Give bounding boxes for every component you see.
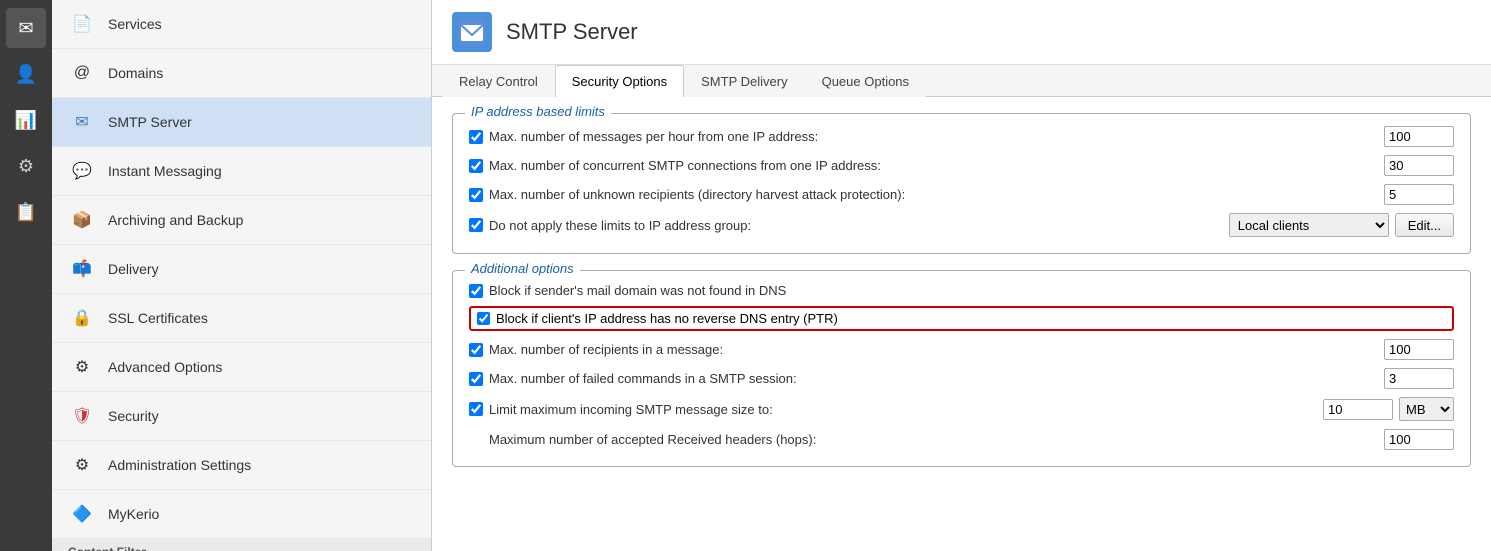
content-filter-section-label: Content Filter (52, 539, 431, 551)
tab-relay-control[interactable]: Relay Control (442, 65, 555, 97)
delivery-icon: 📫 (68, 255, 96, 283)
add-option-label-5[interactable]: Limit maximum incoming SMTP message size… (469, 402, 1315, 417)
sidebar-item-ssl[interactable]: 🔒 SSL Certificates (52, 294, 431, 343)
ip-limit-label-2[interactable]: Max. number of concurrent SMTP connectio… (469, 158, 1376, 173)
ip-limit-label-1[interactable]: Max. number of messages per hour from on… (469, 129, 1376, 144)
contacts-nav-icon[interactable]: 👤 (6, 54, 46, 94)
sidebar-item-security[interactable]: 🛡 Security (52, 392, 431, 441)
services-icon: 📄 (68, 10, 96, 38)
ip-limits-title: IP address based limits (465, 104, 611, 119)
add-option-input-3[interactable] (1384, 339, 1454, 360)
sidebar-label-security: Security (108, 408, 159, 424)
sidebar-label-smtp-server: SMTP Server (108, 114, 192, 130)
add-option-checkbox-1[interactable] (469, 284, 483, 298)
sidebar-item-archiving[interactable]: 📦 Archiving and Backup (52, 196, 431, 245)
add-option-input-5[interactable] (1323, 399, 1393, 420)
sidebar-item-mykerio[interactable]: 🔷 MyKerio (52, 490, 431, 539)
page-title: SMTP Server (506, 19, 638, 45)
ip-limit-row-3: Max. number of unknown recipients (direc… (469, 184, 1454, 205)
ip-limit-input-1[interactable] (1384, 126, 1454, 147)
ip-limit-row-4: Do not apply these limits to IP address … (469, 213, 1454, 237)
mail-nav-icon[interactable]: ✉ (6, 8, 46, 48)
icon-bar: ✉ 👤 📊 ⚙ 📋 (0, 0, 52, 551)
add-option-row-1: Block if sender's mail domain was not fo… (469, 283, 1454, 298)
ip-group-edit-button[interactable]: Edit... (1395, 213, 1454, 237)
add-option-checkbox-4[interactable] (469, 372, 483, 386)
instant-messaging-icon: 💬 (68, 157, 96, 185)
add-option-row-5: Limit maximum incoming SMTP message size… (469, 397, 1454, 421)
add-option-row-3: Max. number of recipients in a message: (469, 339, 1454, 360)
sidebar-label-delivery: Delivery (108, 261, 159, 277)
page-header: SMTP Server (432, 0, 1491, 65)
tab-security-options[interactable]: Security Options (555, 65, 684, 97)
sidebar-item-domains[interactable]: @ Domains (52, 49, 431, 98)
ip-limit-checkbox-2[interactable] (469, 159, 483, 173)
settings-nav-icon[interactable]: ⚙ (6, 146, 46, 186)
sidebar-label-instant-messaging: Instant Messaging (108, 163, 222, 179)
sidebar: 📄 Services @ Domains ✉ SMTP Server 💬 Ins… (52, 0, 432, 551)
ip-limit-input-3[interactable] (1384, 184, 1454, 205)
sidebar-label-services: Services (108, 16, 162, 32)
main-content: SMTP Server Relay Control Security Optio… (432, 0, 1491, 551)
stats-nav-icon[interactable]: 📊 (6, 100, 46, 140)
add-option-row-4: Max. number of failed commands in a SMTP… (469, 368, 1454, 389)
ip-limit-checkbox-4[interactable] (469, 218, 483, 232)
sidebar-label-advanced: Advanced Options (108, 359, 222, 375)
ip-limit-label-4[interactable]: Do not apply these limits to IP address … (469, 218, 1221, 233)
tab-queue-options[interactable]: Queue Options (805, 65, 926, 97)
add-option-checkbox-5[interactable] (469, 402, 483, 416)
additional-options-title: Additional options (465, 261, 580, 276)
ip-limits-section: IP address based limits Max. number of m… (452, 113, 1471, 254)
ssl-icon: 🔒 (68, 304, 96, 332)
ip-limit-label-3[interactable]: Max. number of unknown recipients (direc… (469, 187, 1376, 202)
sidebar-label-admin: Administration Settings (108, 457, 251, 473)
ip-group-dropdown[interactable]: Local clientsAll (1229, 213, 1389, 237)
add-option-input-6[interactable] (1384, 429, 1454, 450)
ip-limit-checkbox-1[interactable] (469, 130, 483, 144)
domains-icon: @ (68, 59, 96, 87)
add-option-label-3[interactable]: Max. number of recipients in a message: (469, 342, 1376, 357)
add-option-label-6: Maximum number of accepted Received head… (469, 432, 1376, 447)
ip-limit-row-2: Max. number of concurrent SMTP connectio… (469, 155, 1454, 176)
sidebar-item-services[interactable]: 📄 Services (52, 0, 431, 49)
ip-limit-row-1: Max. number of messages per hour from on… (469, 126, 1454, 147)
sidebar-label-mykerio: MyKerio (108, 506, 159, 522)
ip-limit-checkbox-3[interactable] (469, 188, 483, 202)
admin-icon: ⚙ (68, 451, 96, 479)
add-option-label-4[interactable]: Max. number of failed commands in a SMTP… (469, 371, 1376, 386)
add-option-checkbox-2[interactable] (477, 312, 490, 325)
sidebar-item-delivery[interactable]: 📫 Delivery (52, 245, 431, 294)
ip-limit-dropdown-row: Local clientsAll Edit... (1229, 213, 1454, 237)
tab-smtp-delivery[interactable]: SMTP Delivery (684, 65, 804, 97)
add-option-checkbox-3[interactable] (469, 343, 483, 357)
tabs-bar: Relay Control Security Options SMTP Deli… (432, 65, 1491, 97)
sidebar-label-archiving: Archiving and Backup (108, 212, 243, 228)
add-option-label-1[interactable]: Block if sender's mail domain was not fo… (469, 283, 1454, 298)
sidebar-item-instant-messaging[interactable]: 💬 Instant Messaging (52, 147, 431, 196)
sidebar-item-smtp-server[interactable]: ✉ SMTP Server (52, 98, 431, 147)
sidebar-item-admin[interactable]: ⚙ Administration Settings (52, 441, 431, 490)
size-unit-row: MBKBGB (1323, 397, 1454, 421)
mykerio-icon: 🔷 (68, 500, 96, 528)
add-option-label-2[interactable]: Block if client's IP address has no reve… (496, 311, 838, 326)
archiving-icon: 📦 (68, 206, 96, 234)
add-option-row-2-highlighted: Block if client's IP address has no reve… (469, 306, 1454, 331)
smtp-server-icon: ✉ (68, 108, 96, 136)
notes-nav-icon[interactable]: 📋 (6, 192, 46, 232)
sidebar-label-ssl: SSL Certificates (108, 310, 208, 326)
page-header-icon (452, 12, 492, 52)
additional-options-section: Additional options Block if sender's mai… (452, 270, 1471, 467)
advanced-icon: ⚙ (68, 353, 96, 381)
sidebar-label-domains: Domains (108, 65, 163, 81)
ip-limit-input-2[interactable] (1384, 155, 1454, 176)
add-option-input-4[interactable] (1384, 368, 1454, 389)
security-icon: 🛡 (68, 402, 96, 430)
sidebar-item-advanced[interactable]: ⚙ Advanced Options (52, 343, 431, 392)
tab-content: IP address based limits Max. number of m… (432, 97, 1491, 551)
size-unit-select[interactable]: MBKBGB (1399, 397, 1454, 421)
add-option-row-6: Maximum number of accepted Received head… (469, 429, 1454, 450)
